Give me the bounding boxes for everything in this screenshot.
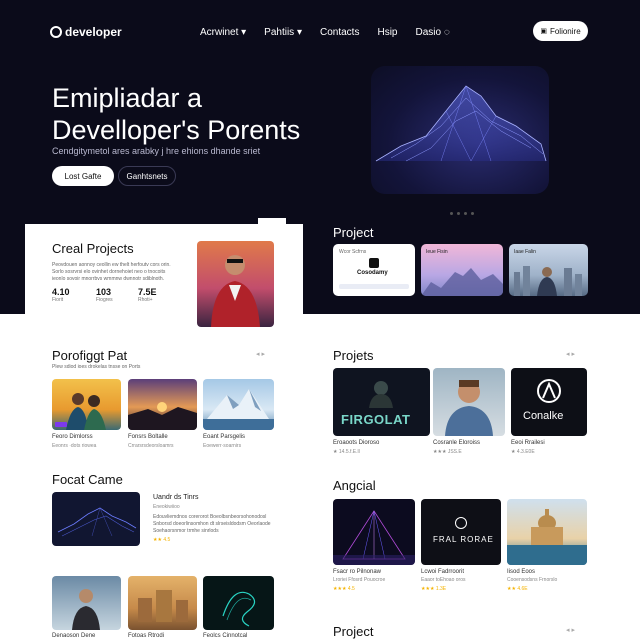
project-bottom-title: Project: [333, 624, 374, 639]
logo[interactable]: developer: [50, 25, 122, 39]
hero-primary-button[interactable]: Lost Gafte: [52, 166, 114, 186]
app-icon: [369, 258, 379, 268]
bottom-item-3-caption: Feolcs Cinnotcal: [203, 633, 248, 639]
portfolio-item-3-image[interactable]: [203, 379, 274, 430]
projets-item-3-meta: ★ 4.3.E0E: [511, 449, 535, 455]
focat-item-title: Uandr ds Tinrs: [153, 494, 199, 501]
nav-item-3[interactable]: Contacts: [320, 27, 359, 38]
logo-text: developer: [65, 25, 122, 39]
logo-icon: [50, 26, 62, 38]
angcial-item-2-rating: ★★★ 1.3E: [421, 586, 447, 592]
nav-item-1[interactable]: Acrwinet ▾: [200, 27, 246, 38]
angcial-item-3-rating: ★★ 4.6E: [507, 586, 528, 592]
hero-subtitle: Cendgitymetol ares arabky j hre ehions d…: [52, 146, 261, 156]
nav-item-5[interactable]: Dasio ◌: [415, 27, 449, 38]
hero-image: [371, 66, 549, 194]
circle-icon: ◌: [443, 27, 450, 38]
project-card-2[interactable]: Ieue Fisin: [421, 244, 503, 296]
projets-item-1-meta: ★ 14.5.f.E.ll: [333, 449, 360, 455]
angcial-item-2-meta: Eaaor toEhoao oros: [421, 577, 466, 583]
angcial-title: Angcial: [333, 478, 376, 493]
lock-icon: ▣: [540, 28, 547, 35]
angcial-item-1-rating: ★★★ 4.5: [333, 586, 355, 592]
focat-item-sub: Eneokiwiioo: [153, 504, 180, 510]
project-card-3[interactable]: Iaae Falin: [509, 244, 588, 296]
projets-item-3-image[interactable]: Conalke: [511, 368, 587, 436]
hero-secondary-button[interactable]: Ganhtsnets: [118, 166, 176, 186]
portfolio-item-1-image[interactable]: [52, 379, 121, 430]
project-bottom-carousel-controls[interactable]: ◂ ▸: [566, 626, 575, 634]
stat-1: 4.10 Fiorit: [52, 287, 70, 303]
portfolio-item-2-image[interactable]: [128, 379, 197, 430]
portrait-image: [197, 241, 274, 327]
bottom-item-1-image[interactable]: [52, 576, 121, 630]
creal-projects-text: Peovdouen aonnoy ceollin ew thelt herfou…: [52, 262, 171, 282]
bottom-item-2-image[interactable]: [128, 576, 197, 630]
portfolio-item-2-caption: Fonsrs Boltalle: [128, 434, 168, 440]
portfolio-item-2-meta: Crrarsrsdeorsloamrs: [128, 443, 174, 449]
stat-2: 103 Fiogres: [96, 287, 113, 303]
angcial-item-1-caption: Fsacr ro Pilnonaw: [333, 569, 382, 575]
nav-item-4[interactable]: Hsip: [377, 27, 397, 38]
angcial-item-1-meta: Lroriei Ffosrd Pouocroe: [333, 577, 386, 583]
projets-carousel-controls[interactable]: ◂ ▸: [566, 350, 575, 358]
logo-a-icon: [537, 379, 561, 403]
main-nav: Acrwinet ▾ Pahtiis ▾ Contacts Hsip Dasio…: [200, 27, 450, 38]
bottom-item-1-caption: Denaoson Dene: [52, 633, 96, 639]
angcial-item-3-caption: Iisod Eoos: [507, 569, 536, 575]
chevron-down-icon: ▾: [241, 27, 247, 38]
hero-title: Emipliadar a Develloper's Porents: [52, 83, 301, 145]
creal-projects-title: Creal Projects: [52, 241, 134, 256]
angcial-item-2-caption: Lcwoi Fadrroorit: [421, 569, 465, 575]
angcial-item-1-image[interactable]: [333, 499, 415, 565]
mesh-mountain-graphic: [375, 85, 547, 162]
projets-item-2-caption: Cosranle Eloroiss: [433, 440, 481, 446]
bottom-item-2-caption: Fotoas Rtrodi: [128, 633, 165, 639]
angcial-item-3-image[interactable]: [507, 499, 587, 565]
portfolio-title: Porofiggt Pat: [52, 348, 128, 363]
focat-item-text: Edouvliemdnos corerorot Boeolbsnbeorsoho…: [153, 514, 271, 534]
portfolio-item-3-meta: Eoewerr·soarnirs: [203, 443, 242, 449]
portfolio-item-1-caption: Feoro Dimlorss: [52, 434, 93, 440]
projets-item-3-caption: Eeoi Rrailesi: [511, 440, 545, 446]
project-card-1[interactable]: Wcor Scfrns Cosodamy: [333, 244, 415, 296]
focat-rating: ★★ 4.5: [153, 537, 171, 543]
projets-title: Projets: [333, 348, 374, 363]
header-cta-button[interactable]: ▣ Folionire: [533, 21, 588, 41]
project-section-title: Project: [333, 225, 374, 240]
portfolio-item-3-caption: Eoant Parsgelis: [203, 434, 246, 440]
stat-3: 7.5E Rhoti+: [138, 287, 157, 303]
angcial-item-3-meta: Cooensodsns Frnorslo: [507, 577, 558, 583]
angcial-item-2-image[interactable]: FRAL RORAE: [421, 499, 501, 565]
chevron-down-icon: ▾: [296, 27, 302, 38]
logo-icon: [455, 517, 467, 529]
projets-item-1-caption: Eroaoots Dioroso: [333, 440, 380, 446]
portfolio-item-1-meta: Eeonrs ·dots riowea: [52, 443, 97, 449]
nav-item-2[interactable]: Pahtiis ▾: [264, 27, 302, 38]
focat-image[interactable]: [52, 492, 140, 546]
portfolio-subtitle: Plew sdiod ioes drokelas tnsse on Ports: [52, 364, 141, 370]
projets-item-1-image[interactable]: FIRGOLAT: [333, 368, 430, 436]
projets-item-2-meta: ★★★ JSS.E: [433, 449, 462, 455]
category-badge: [55, 422, 67, 427]
bottom-item-3-image[interactable]: [203, 576, 274, 630]
projets-item-2-image[interactable]: [433, 368, 505, 436]
portfolio-carousel-controls[interactable]: ◂ ▸: [256, 350, 265, 358]
focat-title: Focat Came: [52, 472, 123, 487]
carousel-dots[interactable]: [450, 212, 474, 215]
